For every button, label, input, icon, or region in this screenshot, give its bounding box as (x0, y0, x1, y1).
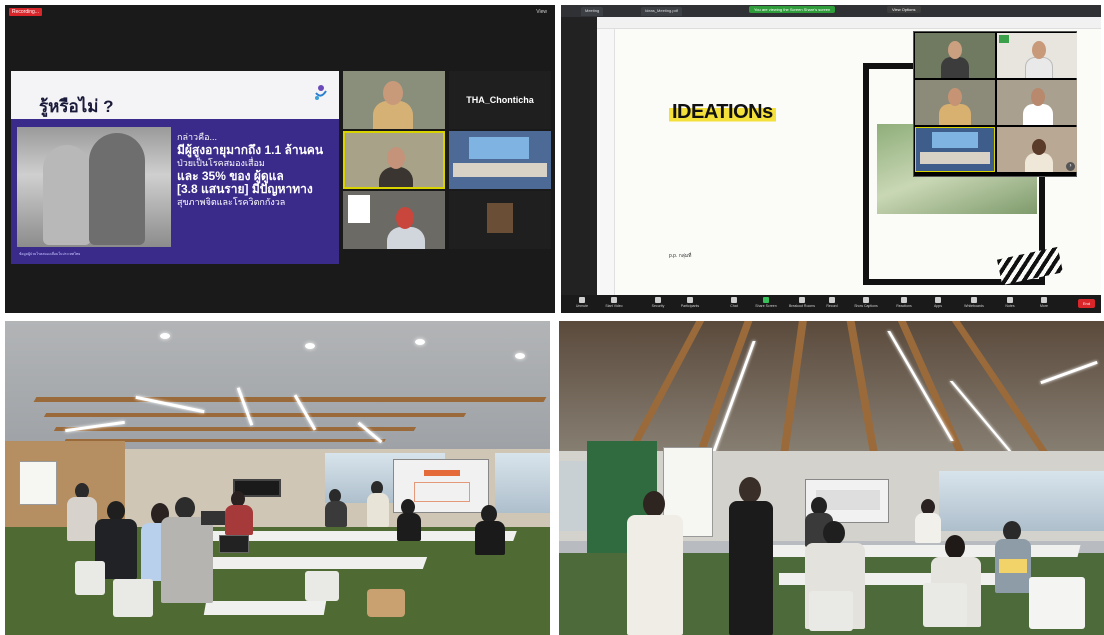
slide-line: มีผู้สูงอายุมากถึง 1.1 ล้านคน (177, 143, 324, 157)
zoom-toolbar: Unmute Start Video Security Participants… (561, 295, 1101, 313)
slide-header: รู้หรือไม่ ? (11, 71, 339, 119)
participant-tile[interactable] (997, 127, 1077, 172)
participant-tile[interactable] (449, 131, 551, 189)
recording-badge[interactable]: Recording... (9, 8, 42, 16)
chat-button[interactable]: Chat (717, 297, 751, 313)
slide-note: p.p. กลุ่มที่ (669, 253, 692, 259)
next-page-icon[interactable]: › (1066, 162, 1075, 171)
reactions-button[interactable]: Reactions (887, 297, 921, 313)
participant-tile[interactable] (997, 33, 1077, 78)
slide-body: กล่าวคือ... มีผู้สูงอายุมากถึง 1.1 ล้านค… (11, 119, 339, 264)
participant-tile-active[interactable] (343, 131, 445, 189)
shared-slide: รู้หรือไม่ ? กล่าวคือ... มีผู้สูงอายุมาก… (11, 71, 339, 264)
unmute-button[interactable]: Unmute (565, 297, 599, 313)
elderly-care-photo (17, 127, 171, 247)
start-video-button[interactable]: Start Video (597, 297, 631, 313)
security-button[interactable]: Security (641, 297, 675, 313)
slide-caption: ข้อมูลผู้ป่วยโรคสมองเสื่อมในประเทศไทย (19, 252, 81, 256)
share-screen-button[interactable]: Share Screen (749, 297, 783, 313)
screen-share-banner: You are viewing the Screen Share's scree… (749, 6, 836, 13)
view-menu[interactable]: View (536, 9, 547, 15)
pdf-sidebar[interactable] (597, 29, 615, 295)
slide-line: สุขภาพจิตและโรควิตกกังวล (177, 197, 286, 207)
participant-tile[interactable] (343, 191, 445, 249)
captions-button[interactable]: Show Captions (849, 297, 883, 313)
workshop-facilitation-photo (559, 321, 1104, 635)
photo-collage: Recording... View รู้หรือไม่ ? กล่าวคือ.… (0, 0, 1104, 635)
browser-tab[interactable]: Meeting (581, 7, 604, 16)
zoom-screen-share-screenshot: Meeting Ideas_Meeting.pdf You are viewin… (561, 5, 1101, 313)
slide-title: รู้หรือไม่ ? (39, 97, 114, 116)
slide-logo-icon (315, 85, 327, 100)
participant-tile[interactable] (997, 80, 1077, 125)
breakout-rooms-button[interactable]: Breakout Rooms (785, 297, 819, 313)
participant-tile[interactable] (915, 80, 995, 125)
participant-tile[interactable]: THA_Chonticha (449, 71, 551, 129)
slide-line: [3.8 แสนราย] มีปัญหาทาง (177, 182, 313, 196)
browser-tab[interactable]: Ideas_Meeting.pdf (641, 7, 682, 16)
participant-name-display: THA_Chonticha (466, 95, 534, 105)
zoom-gallery-screenshot: Recording... View รู้หรือไม่ ? กล่าวคือ.… (5, 5, 555, 313)
view-options-button[interactable]: View Options (887, 6, 921, 13)
participant-tile[interactable] (915, 127, 995, 172)
whiteboards-button[interactable]: Whiteboards (957, 297, 991, 313)
record-button[interactable]: Record (815, 297, 849, 313)
slide-heading: IDEATIONs (669, 101, 776, 124)
video-gallery[interactable]: › (913, 31, 1077, 177)
notes-button[interactable]: Notes (993, 297, 1027, 313)
participants-button[interactable]: Participants (673, 297, 707, 313)
workshop-room-photo (5, 321, 550, 635)
pdf-toolbar[interactable] (597, 17, 1101, 29)
participant-tile[interactable] (449, 191, 551, 249)
slide-text: กล่าวคือ... มีผู้สูงอายุมากถึง 1.1 ล้านค… (177, 131, 337, 209)
browser-tab-bar: Meeting Ideas_Meeting.pdf You are viewin… (561, 5, 1101, 17)
more-button[interactable]: More (1027, 297, 1061, 313)
participant-tile[interactable] (343, 71, 445, 129)
participant-tile[interactable] (915, 33, 995, 78)
end-meeting-button[interactable]: End (1077, 299, 1095, 308)
apps-button[interactable]: Apps (921, 297, 955, 313)
